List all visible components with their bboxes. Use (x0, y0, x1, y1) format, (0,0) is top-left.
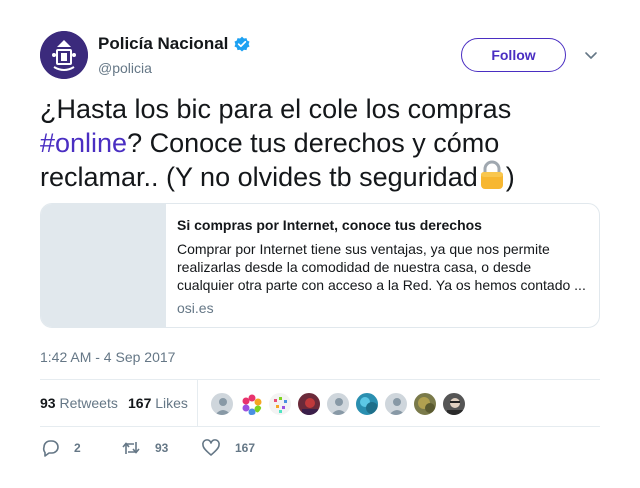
user-handle[interactable]: @policia (98, 60, 251, 76)
heart-icon (202, 439, 220, 456)
police-badge-icon (40, 31, 88, 79)
display-name[interactable]: Policía Nacional (98, 34, 251, 54)
verified-badge-icon (234, 36, 250, 52)
liker-avatar[interactable] (413, 392, 437, 416)
tweet-timestamp[interactable]: 1:42 AM - 4 Sep 2017 (40, 349, 175, 365)
liker-avatar[interactable] (297, 392, 321, 416)
liker-avatar[interactable] (239, 392, 263, 416)
tweet-header: Policía Nacional @policia Follow (40, 31, 600, 83)
liker-avatar[interactable] (326, 392, 350, 416)
card-domain: osi.es (177, 300, 214, 316)
tweet-stats: 93 Retweets 167 Likes (40, 379, 600, 427)
liker-avatar[interactable] (355, 392, 379, 416)
user-names: Policía Nacional @policia (98, 34, 251, 76)
follow-button[interactable]: Follow (461, 38, 566, 72)
liker-avatar[interactable] (268, 392, 292, 416)
lock-icon (478, 160, 506, 190)
like-button[interactable]: 167 (201, 438, 255, 458)
link-card[interactable]: Si compras por Internet, conoce tus dere… (40, 203, 600, 328)
reply-button[interactable]: 2 (40, 438, 81, 458)
chevron-down-icon[interactable] (584, 48, 598, 62)
tweet-actions: 2 93 167 (40, 438, 600, 458)
card-title: Si compras por Internet, conoce tus dere… (177, 217, 482, 233)
stats-divider (197, 380, 198, 427)
hashtag-link[interactable]: #online (40, 128, 127, 158)
liker-avatar[interactable] (442, 392, 466, 416)
card-body: Si compras por Internet, conoce tus dere… (177, 216, 591, 317)
card-thumbnail (41, 204, 166, 327)
retweet-icon (122, 442, 140, 454)
liker-avatar[interactable] (384, 392, 408, 416)
retweet-button[interactable]: 93 (121, 438, 168, 458)
tweet-text: ¿Hasta los bic para el cole los compras … (40, 94, 515, 192)
retweets-stat[interactable]: 93 Retweets (40, 395, 118, 411)
card-description: Comprar por Internet tiene sus ventajas,… (177, 241, 586, 293)
likes-stat[interactable]: 167 Likes (128, 395, 188, 411)
avatar[interactable] (40, 31, 88, 79)
reply-icon (42, 440, 59, 457)
liker-avatar[interactable] (210, 392, 234, 416)
